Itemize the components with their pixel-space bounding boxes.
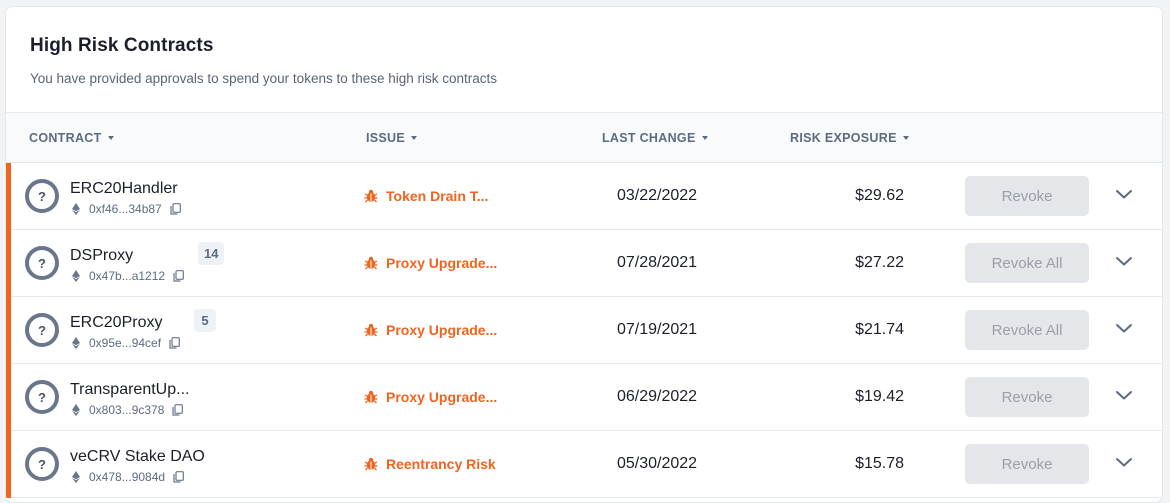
unknown-contract-avatar: ? xyxy=(25,380,59,414)
unknown-contract-avatar: ? xyxy=(25,246,59,280)
issue-text: Reentrancy Risk xyxy=(386,456,496,472)
ethereum-icon xyxy=(72,404,80,416)
risk-exposure-value: $15.78 xyxy=(855,455,904,472)
card-header: High Risk Contracts You have provided ap… xyxy=(6,7,1162,113)
sort-contract[interactable]: CONTRACT xyxy=(29,131,114,145)
risk-exposure-value: $29.62 xyxy=(855,187,904,204)
ethereum-icon xyxy=(72,270,80,282)
issue-text: Proxy Upgrade... xyxy=(386,255,498,271)
table-row: ? ERC20Handler 0xf46...34b87 Token Drain… xyxy=(6,163,1162,230)
contract-name: TransparentUp... xyxy=(70,381,190,398)
bug-icon xyxy=(364,256,378,270)
bug-icon xyxy=(364,390,378,404)
approval-count-badge: 14 xyxy=(198,242,225,265)
copy-icon[interactable] xyxy=(173,270,184,282)
table-header: CONTRACT ISSUE LAST CHANGE RISK EXPOSURE xyxy=(6,113,1162,163)
contract-name: ERC20Proxy xyxy=(70,314,163,331)
sort-caret-icon xyxy=(902,135,909,140)
sort-risk-exposure[interactable]: RISK EXPOSURE xyxy=(790,131,909,145)
address-text: 0xf46...34b87 xyxy=(89,202,162,216)
copy-icon[interactable] xyxy=(173,471,184,483)
contract-name: ERC20Handler xyxy=(70,180,178,197)
bug-icon xyxy=(364,457,378,471)
high-risk-contracts-card: High Risk Contracts You have provided ap… xyxy=(5,6,1163,503)
revoke-all-button[interactable]: Revoke All xyxy=(965,310,1089,350)
issue-link[interactable]: Proxy Upgrade... xyxy=(364,255,497,271)
sort-caret-icon xyxy=(701,135,708,140)
issue-link[interactable]: Proxy Upgrade... xyxy=(364,389,497,405)
address-text: 0x95e...94cef xyxy=(89,336,162,350)
approval-count-badge: 5 xyxy=(194,309,216,332)
sort-issue[interactable]: ISSUE xyxy=(366,131,418,145)
issue-link[interactable]: Token Drain T... xyxy=(364,188,488,204)
page-subtitle: You have provided approvals to spend you… xyxy=(30,71,498,86)
unknown-contract-avatar: ? xyxy=(25,447,59,481)
chevron-down-icon[interactable] xyxy=(1115,456,1133,468)
ethereum-icon xyxy=(72,203,80,215)
table-row: ? ERC20Proxy 5 0x95e...94cef Proxy Upgra… xyxy=(6,297,1162,364)
table-row: ? veCRV Stake DAO 0x478...9084d Reentran… xyxy=(6,431,1162,498)
issue-text: Proxy Upgrade... xyxy=(386,389,498,405)
issue-text: Token Drain T... xyxy=(386,188,489,204)
address-text: 0x478...9084d xyxy=(89,470,166,484)
revoke-button[interactable]: Revoke xyxy=(965,377,1089,417)
ethereum-icon xyxy=(72,337,80,349)
contract-name: veCRV Stake DAO xyxy=(70,448,205,465)
risk-exposure-value: $19.42 xyxy=(855,388,904,405)
column-last-change-label: LAST CHANGE xyxy=(602,131,696,145)
copy-icon[interactable] xyxy=(170,203,181,215)
last-change-date: 07/28/2021 xyxy=(617,254,698,271)
revoke-button[interactable]: Revoke xyxy=(965,444,1089,484)
contract-address: 0x803...9c378 xyxy=(70,403,184,417)
issue-link[interactable]: Reentrancy Risk xyxy=(364,456,496,472)
copy-icon[interactable] xyxy=(169,337,180,349)
address-text: 0x803...9c378 xyxy=(89,403,165,417)
last-change-date: 05/30/2022 xyxy=(617,455,698,472)
last-change-date: 03/22/2022 xyxy=(617,187,698,204)
last-change-date: 06/29/2022 xyxy=(617,388,698,405)
table-row: ? TransparentUp... 0x803...9c378 Proxy U… xyxy=(6,364,1162,431)
chevron-down-icon[interactable] xyxy=(1115,188,1133,200)
sort-caret-icon xyxy=(411,135,418,140)
last-change-date: 07/19/2021 xyxy=(617,321,698,338)
revoke-all-button[interactable]: Revoke All xyxy=(965,243,1089,283)
column-risk-exposure-label: RISK EXPOSURE xyxy=(790,131,897,145)
contract-address: 0x95e...94cef xyxy=(70,336,180,350)
bug-icon xyxy=(364,189,378,203)
sort-caret-icon xyxy=(107,135,114,140)
chevron-down-icon[interactable] xyxy=(1115,255,1133,267)
chevron-down-icon[interactable] xyxy=(1115,322,1133,334)
column-issue-label: ISSUE xyxy=(366,131,406,145)
sort-last-change[interactable]: LAST CHANGE xyxy=(602,131,708,145)
chevron-down-icon[interactable] xyxy=(1115,389,1133,401)
risk-exposure-value: $21.74 xyxy=(855,321,904,338)
table-body: ? ERC20Handler 0xf46...34b87 Token Drain… xyxy=(6,163,1162,498)
column-contract-label: CONTRACT xyxy=(29,131,102,145)
contract-name: DSProxy xyxy=(70,247,134,264)
address-text: 0x47b...a1212 xyxy=(89,269,166,283)
unknown-contract-avatar: ? xyxy=(25,313,59,347)
revoke-button[interactable]: Revoke xyxy=(965,176,1089,216)
ethereum-icon xyxy=(72,471,80,483)
copy-icon[interactable] xyxy=(172,404,184,416)
page-title: High Risk Contracts xyxy=(30,35,214,56)
issue-link[interactable]: Proxy Upgrade... xyxy=(364,322,497,338)
bug-icon xyxy=(364,323,378,337)
contract-address: 0x47b...a1212 xyxy=(70,269,184,283)
issue-text: Proxy Upgrade... xyxy=(386,322,498,338)
contract-address: 0xf46...34b87 xyxy=(70,202,181,216)
unknown-contract-avatar: ? xyxy=(25,179,59,213)
risk-exposure-value: $27.22 xyxy=(855,254,904,271)
table-row: ? DSProxy 14 0x47b...a1212 Proxy Upgrade… xyxy=(6,230,1162,297)
contract-address: 0x478...9084d xyxy=(70,470,184,484)
